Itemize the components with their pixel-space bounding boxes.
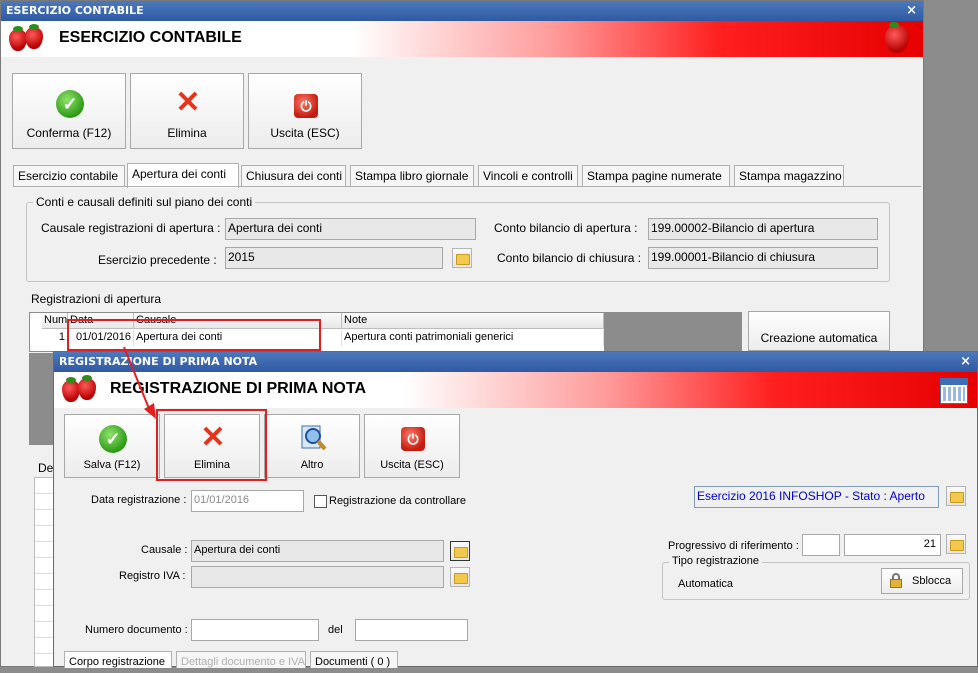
tab-stampa-pagine-numerate[interactable]: Stampa pagine numerate bbox=[582, 165, 730, 187]
page-title: ESERCIZIO CONTABILE bbox=[59, 29, 242, 46]
tab-documenti[interactable]: Documenti ( 0 ) bbox=[310, 651, 398, 668]
numero-documento-field[interactable] bbox=[191, 619, 319, 641]
causale-field[interactable]: Apertura dei conti bbox=[191, 540, 444, 562]
delete-button[interactable]: ✕ Elimina bbox=[130, 73, 244, 149]
registrazione-da-controllare-checkbox[interactable] bbox=[314, 495, 327, 508]
table-row-note[interactable]: Apertura conti patrimoniali generici bbox=[342, 330, 604, 346]
data-registrazione-field[interactable]: 01/01/2016 bbox=[191, 490, 304, 512]
numero-documento-label: Numero documento : bbox=[85, 624, 188, 636]
grid-header-note[interactable]: Note bbox=[342, 313, 604, 329]
red-arrow-annotation bbox=[123, 346, 156, 419]
folder-icon[interactable] bbox=[946, 534, 966, 554]
tab-chiusura-dei-conti[interactable]: Chiusura dei conti bbox=[241, 165, 346, 187]
close-icon[interactable]: × bbox=[960, 352, 971, 372]
tab-apertura-dei-conti[interactable]: Apertura dei conti bbox=[127, 163, 239, 188]
esercizio-precedente-label: Esercizio precedente : bbox=[98, 253, 217, 267]
registrazione-da-controllare-label: Registrazione da controllare bbox=[329, 495, 466, 507]
tab-bar: Esercizio contabile Apertura dei conti C… bbox=[13, 163, 853, 188]
window-titlebar[interactable]: ESERCIZIO CONTABILE × bbox=[1, 1, 923, 21]
exit-button[interactable]: ⏻ Uscita (ESC) bbox=[364, 414, 460, 478]
registro-iva-field[interactable] bbox=[191, 566, 444, 588]
exit-button[interactable]: ⏻ Uscita (ESC) bbox=[248, 73, 362, 149]
grid-empty-area bbox=[604, 312, 742, 352]
lower-grid-stub bbox=[34, 477, 54, 667]
power-icon: ⏻ bbox=[294, 94, 318, 118]
tipo-registrazione-value: Automatica bbox=[678, 578, 734, 590]
folder-icon[interactable] bbox=[450, 541, 470, 561]
causale-apertura-label: Causale registrazioni di apertura : bbox=[41, 221, 221, 235]
grid-header-num[interactable]: Num bbox=[42, 313, 68, 329]
checkmark-icon: ✓ bbox=[99, 425, 127, 453]
calendar-icon[interactable] bbox=[940, 378, 968, 404]
checkmark-icon: ✓ bbox=[56, 90, 84, 118]
other-button[interactable]: Altro bbox=[264, 414, 360, 478]
close-icon[interactable]: × bbox=[906, 1, 917, 21]
del-label: del bbox=[328, 624, 343, 636]
registrazioni-label: Registrazioni di apertura bbox=[31, 292, 162, 306]
data-documento-field[interactable] bbox=[355, 619, 468, 641]
tab-stampa-magazzino[interactable]: Stampa magazzino bbox=[734, 165, 844, 187]
progressivo-prefix-field[interactable] bbox=[802, 534, 840, 556]
tab-esercizio-contabile[interactable]: Esercizio contabile bbox=[13, 165, 125, 187]
strawberry-logo-icon bbox=[9, 24, 49, 55]
tab-corpo-registrazione[interactable]: Corpo registrazione bbox=[64, 651, 172, 668]
sblocca-button[interactable]: Sblocca bbox=[881, 568, 963, 594]
red-x-icon: ✕ bbox=[175, 86, 201, 119]
esercizio-precedente-field[interactable]: 2015 bbox=[225, 247, 443, 269]
padlock-icon bbox=[890, 573, 902, 588]
window-title: ESERCIZIO CONTABILE bbox=[6, 4, 144, 17]
folder-icon[interactable] bbox=[452, 248, 472, 268]
highlight-delete-box bbox=[156, 409, 267, 481]
causale-apertura-field[interactable]: Apertura dei conti bbox=[225, 218, 476, 240]
table-row-num[interactable]: 1 bbox=[42, 330, 68, 346]
confirm-button[interactable]: ✓ Conferma (F12) bbox=[12, 73, 126, 149]
strawberry-logo-icon bbox=[883, 22, 923, 53]
bottom-tab-bar: Corpo registrazione Dettagli documento e… bbox=[64, 651, 464, 673]
data-registrazione-label: Data registrazione : bbox=[91, 494, 187, 506]
conto-chiusura-label: Conto bilancio di chiusura : bbox=[497, 251, 642, 265]
tab-vincoli-e-controlli[interactable]: Vincoli e controlli bbox=[478, 165, 578, 187]
esercizio-status-field: Esercizio 2016 INFOSHOP - Stato : Aperto bbox=[694, 486, 939, 508]
folder-icon[interactable] bbox=[450, 567, 470, 587]
de-label: De bbox=[38, 461, 54, 475]
conto-apertura-label: Conto bilancio di apertura : bbox=[494, 221, 638, 235]
folder-icon[interactable] bbox=[946, 486, 966, 506]
progressivo-label: Progressivo di riferimento : bbox=[668, 540, 799, 552]
tab-stampa-libro-giornale[interactable]: Stampa libro giornale bbox=[350, 165, 474, 187]
causale-label: Causale : bbox=[141, 544, 188, 556]
registrazione-prima-nota-window: REGISTRAZIONE DI PRIMA NOTA × REGISTRAZI… bbox=[53, 351, 978, 668]
tab-dettagli-documento[interactable]: Dettagli documento e IVA bbox=[176, 651, 306, 668]
magnifier-icon bbox=[301, 425, 327, 451]
power-icon: ⏻ bbox=[401, 427, 425, 451]
header-banner: REGISTRAZIONE DI PRIMA NOTA bbox=[54, 372, 977, 408]
progressivo-field[interactable]: 21 bbox=[844, 534, 941, 556]
highlight-row-box bbox=[67, 319, 321, 351]
window-titlebar[interactable]: REGISTRAZIONE DI PRIMA NOTA × bbox=[54, 352, 977, 372]
lower-dark-area bbox=[29, 353, 53, 445]
conti-causali-group: Conti e causali definiti sul piano dei c… bbox=[26, 195, 890, 282]
creazione-automatica-button[interactable]: Creazione automatica bbox=[748, 311, 890, 351]
registro-iva-label: Registro IVA : bbox=[119, 570, 186, 582]
conto-apertura-field[interactable]: 199.00002-Bilancio di apertura bbox=[648, 218, 878, 240]
header-banner: ESERCIZIO CONTABILE bbox=[1, 21, 923, 57]
conto-chiusura-field[interactable]: 199.00001-Bilancio di chiusura bbox=[648, 247, 878, 269]
strawberry-logo-icon bbox=[62, 375, 102, 406]
